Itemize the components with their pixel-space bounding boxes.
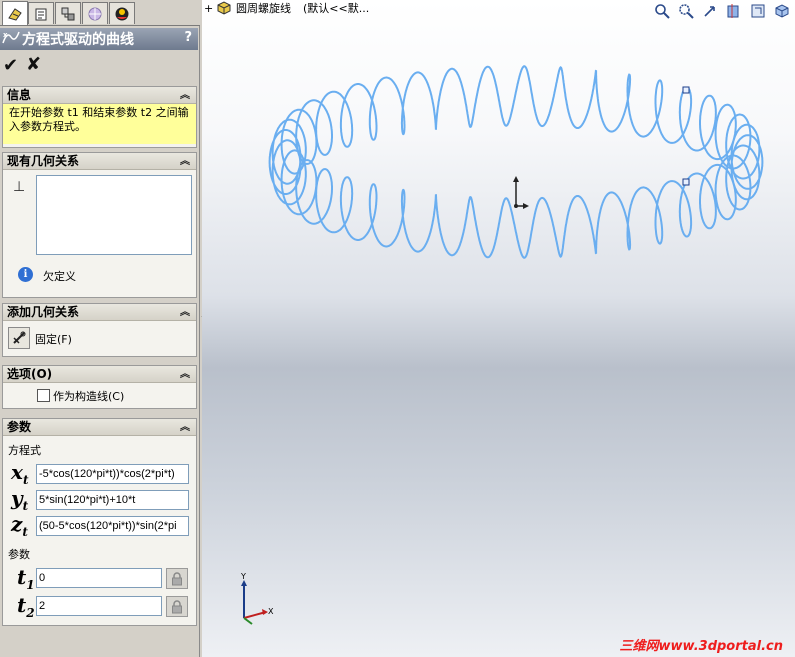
t1-input[interactable]: 0	[36, 568, 162, 588]
collapse-icon[interactable]: ︽	[180, 304, 190, 321]
display-manager-icon	[115, 7, 129, 20]
parameters-title: 参数	[7, 420, 32, 434]
coordinate-triad: Y X	[240, 572, 274, 625]
collapse-icon[interactable]: ︽	[180, 419, 190, 436]
existing-relations-title: 现有几何关系	[7, 154, 80, 168]
manager-tabbar	[0, 0, 200, 26]
help-icon[interactable]: ?	[184, 30, 192, 45]
part-icon	[217, 1, 231, 15]
svg-text:x: x	[3, 31, 8, 39]
section-view-icon[interactable]	[725, 2, 743, 20]
construction-label: 作为构造线(C)	[53, 390, 125, 403]
ok-button[interactable]: ✔	[3, 55, 18, 76]
y-var-label: yt	[11, 486, 29, 513]
lock-icon	[172, 599, 182, 613]
t2-input[interactable]: 2	[36, 596, 162, 616]
graphics-area[interactable]: + 圆周螺旋线 (默认<<默... Y X 三维网www.3dportal.cn	[202, 0, 795, 657]
helix-path	[268, 65, 764, 259]
fix-relation-button[interactable]	[8, 327, 30, 349]
fix-icon	[13, 331, 26, 344]
dimxpert-icon	[88, 7, 102, 20]
display-style-icon[interactable]	[773, 2, 791, 20]
x-var-label: xt	[11, 460, 29, 487]
curve-end-handle[interactable]	[682, 178, 690, 186]
info-group: 信息 ︽ 在开始参数 t1 和结束参数 t2 之间输入参数方程式。	[2, 86, 197, 148]
equations-label: 方程式	[8, 444, 41, 457]
watermark: 三维网www.3dportal.cn	[619, 639, 783, 654]
fix-relation-label: 固定(F)	[35, 333, 72, 346]
params-label: 参数	[8, 548, 30, 561]
triad-y-label: Y	[240, 572, 246, 581]
part-name[interactable]: 圆周螺旋线	[236, 0, 291, 16]
property-manager-panel: x 方程式驱动的曲线 ? ✔ ✘ 信息 ︽ 在开始参数 t1 和结束参数 t2 …	[0, 0, 200, 657]
curve-start-handle[interactable]	[682, 86, 690, 94]
t2-var-label: t2	[17, 593, 35, 620]
add-relations-title: 添加几何关系	[7, 305, 80, 319]
options-header[interactable]: 选项(O) ︽	[3, 366, 196, 383]
t2-lock-button[interactable]	[166, 596, 188, 617]
y-equation-input[interactable]: 5*sin(120*pi*t)+10*t	[36, 490, 189, 510]
zoom-to-area-icon[interactable]	[677, 2, 695, 20]
configuration-manager-icon	[61, 7, 75, 20]
lock-icon	[172, 571, 182, 585]
add-relations-header[interactable]: 添加几何关系 ︽	[3, 304, 196, 321]
heads-up-view-toolbar	[653, 2, 791, 20]
previous-view-icon[interactable]	[701, 2, 719, 20]
info-message: 在开始参数 t1 和结束参数 t2 之间输入参数方程式。	[3, 104, 196, 144]
tab-display-manager[interactable]	[109, 2, 135, 24]
relation-icon: ⊥	[13, 179, 26, 195]
construction-checkbox[interactable]	[37, 389, 50, 402]
tab-divider	[0, 25, 200, 26]
collapse-icon[interactable]: ︽	[180, 153, 190, 170]
collapse-icon[interactable]: ︽	[180, 366, 190, 383]
collapse-icon[interactable]: ︽	[180, 87, 190, 104]
tab-configuration-manager[interactable]	[55, 2, 81, 24]
parameters-header[interactable]: 参数 ︽	[3, 419, 196, 436]
tab-feature-manager[interactable]	[2, 1, 28, 25]
property-manager-icon	[35, 8, 47, 20]
options-title: 选项(O)	[7, 367, 53, 381]
t1-lock-button[interactable]	[166, 568, 188, 589]
tree-expand-button[interactable]: +	[204, 2, 214, 15]
cancel-button[interactable]: ✘	[26, 54, 41, 75]
feature-manager-icon	[8, 7, 22, 21]
origin-icon	[513, 176, 529, 209]
z-var-label: zt	[11, 512, 28, 539]
zoom-to-fit-icon[interactable]	[653, 2, 671, 20]
z-equation-input[interactable]: (50-5*cos(120*pi*t))*sin(2*pi	[36, 516, 189, 536]
add-relations-group: 添加几何关系 ︽ 固定(F)	[2, 303, 197, 357]
equation-curve-icon: x	[2, 29, 20, 49]
triad-x-label: X	[268, 607, 274, 616]
parameters-group: 参数 ︽ 方程式 xt -5*cos(120*pi*t))*cos(2*pi*t…	[2, 418, 197, 626]
info-title: 信息	[7, 88, 32, 102]
existing-relations-header[interactable]: 现有几何关系 ︽	[3, 153, 196, 170]
helix-curve	[268, 65, 764, 259]
view-orientation-icon[interactable]	[749, 2, 767, 20]
relations-list[interactable]	[36, 175, 192, 255]
configuration-name: (默认<<默...	[303, 2, 370, 15]
page-title: 方程式驱动的曲线	[22, 32, 134, 48]
flyout-tree: + 圆周螺旋线 (默认<<默...	[202, 0, 369, 16]
x-equation-input[interactable]: -5*cos(120*pi*t))*cos(2*pi*t)	[36, 464, 189, 484]
tab-property-manager[interactable]	[28, 2, 54, 24]
t1-var-label: t1	[17, 565, 35, 592]
underdefined-status: 欠定义	[43, 270, 76, 283]
info-icon: i	[18, 267, 33, 282]
tab-dimxpert[interactable]	[82, 2, 108, 24]
info-group-header[interactable]: 信息 ︽	[3, 87, 196, 104]
options-group: 选项(O) ︽ 作为构造线(C)	[2, 365, 197, 409]
existing-relations-group: 现有几何关系 ︽ ⊥ i 欠定义	[2, 152, 197, 298]
property-manager-title-bar: x 方程式驱动的曲线 ?	[0, 28, 198, 50]
